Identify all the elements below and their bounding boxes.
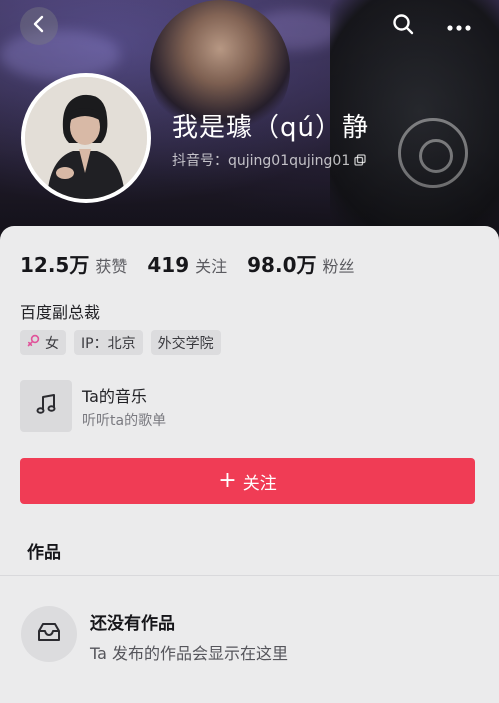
music-thumbnail [20, 380, 72, 432]
music-entry[interactable]: Ta的音乐 听听ta的歌单 [20, 380, 166, 432]
stat-value: 98.0万 [247, 253, 317, 277]
empty-state-icon [21, 606, 77, 662]
avatar-portrait [25, 77, 147, 199]
stat-likes[interactable]: 12.5万 获赞 [20, 249, 127, 278]
plus-icon: + [218, 468, 237, 493]
avatar[interactable] [21, 73, 151, 203]
music-subtitle: 听听ta的歌单 [82, 412, 167, 429]
back-icon [30, 15, 48, 37]
stats-row: 12.5万 获赞 419 关注 98.0万 粉丝 [20, 249, 375, 278]
profile-tags: 女 IP：北京 外交学院 [20, 330, 229, 355]
nickname: 我是璩（qú）静 [172, 113, 369, 143]
school-tag: 外交学院 [150, 330, 221, 355]
follow-label: 关注 [242, 473, 277, 494]
stat-value: 419 [147, 253, 190, 277]
stat-label: 粉丝 [322, 257, 355, 276]
ip-tag: IP：北京 [74, 330, 143, 355]
stat-label: 关注 [195, 257, 228, 276]
bio-text: 百度副总裁 [20, 303, 101, 322]
douyin-id-text: 抖音号：qujing01qujing01 [172, 153, 351, 169]
divider [0, 575, 499, 576]
stat-label: 获赞 [95, 257, 128, 276]
follow-button[interactable]: + 关注 [20, 458, 475, 504]
gender-label: 女 [45, 335, 59, 352]
tab-works[interactable]: 作品 [27, 538, 61, 563]
copy-icon[interactable] [354, 154, 366, 166]
music-text: Ta的音乐 听听ta的歌单 [82, 383, 166, 430]
music-note-icon [34, 392, 58, 420]
more-icon [447, 17, 471, 36]
search-button[interactable] [384, 7, 422, 45]
search-icon [392, 13, 414, 39]
empty-state-subtitle: Ta 发布的作品会显示在这里 [90, 644, 289, 663]
inbox-icon [36, 621, 62, 647]
more-button[interactable] [440, 7, 478, 45]
empty-state-title: 还没有作品 [90, 614, 175, 634]
gender-tag: 女 [20, 330, 66, 355]
stat-followers[interactable]: 98.0万 粉丝 [247, 249, 354, 278]
back-button[interactable] [20, 7, 58, 45]
profile-page: 我是璩（qú）静 抖音号：qujing01qujing01 12.5万 获赞 4… [0, 0, 499, 703]
female-icon [27, 334, 40, 351]
douyin-id[interactable]: 抖音号：qujing01qujing01 [172, 150, 366, 170]
stat-following[interactable]: 419 关注 [147, 253, 227, 277]
music-title: Ta的音乐 [82, 386, 147, 406]
stat-value: 12.5万 [20, 253, 90, 277]
